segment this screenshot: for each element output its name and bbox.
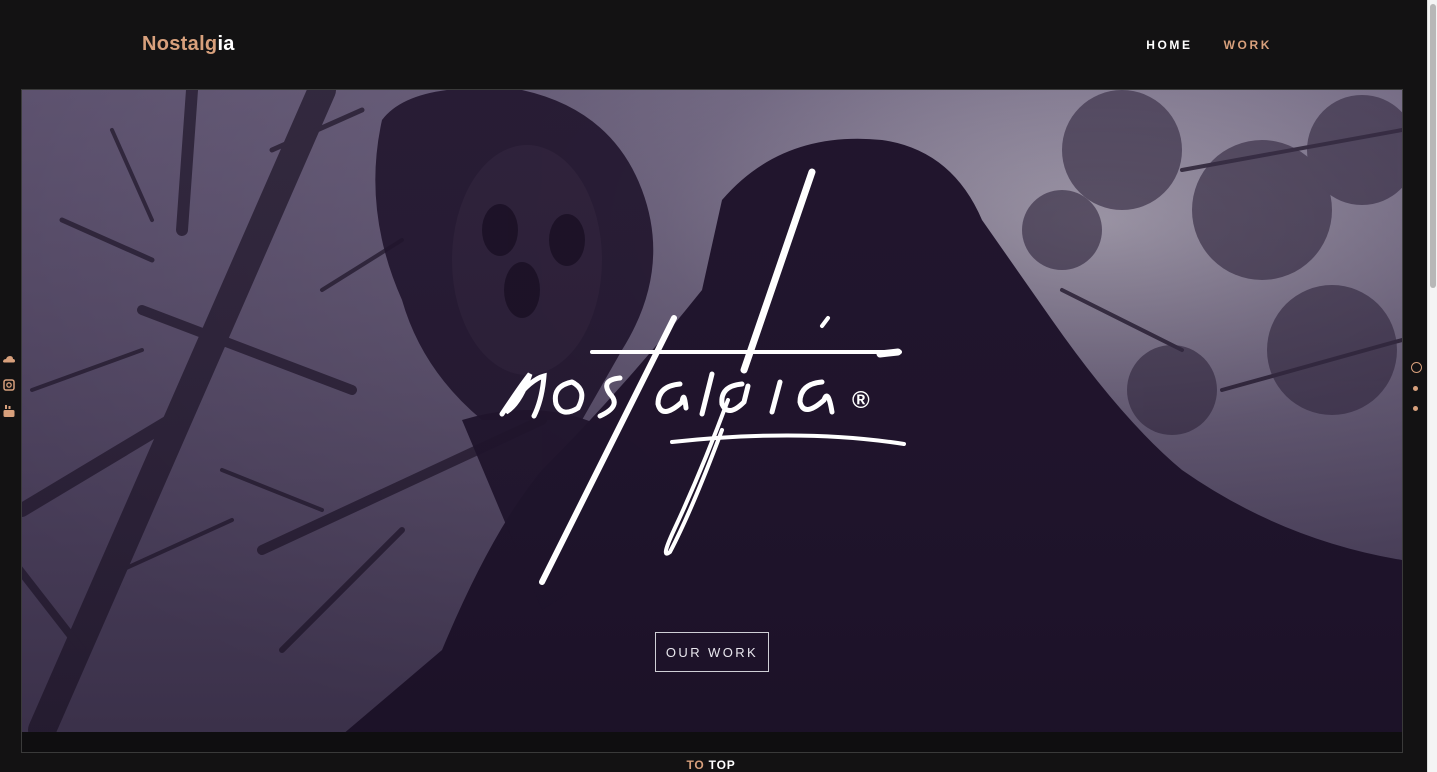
hero-bottom-strip	[22, 732, 1402, 752]
scrollbar-thumb[interactable]	[1430, 4, 1436, 288]
main-nav: HOME WORK	[1146, 38, 1272, 52]
logo-part-accent: Nostalg	[142, 33, 218, 55]
top-bar: Nostalgia HOME WORK	[0, 0, 1428, 88]
section-dot-3[interactable]	[1413, 406, 1418, 411]
section-dot-2[interactable]	[1413, 386, 1418, 391]
to-top-label-to: TO	[686, 758, 705, 772]
site-logo[interactable]: Nostalgia	[142, 33, 235, 56]
page-scrollbar[interactable]	[1427, 0, 1437, 772]
youtube-icon[interactable]	[2, 404, 16, 418]
our-work-button[interactable]: OUR WORK	[655, 632, 769, 672]
social-links	[2, 352, 16, 418]
instagram-icon[interactable]	[2, 378, 16, 392]
registered-mark: ®	[852, 387, 870, 414]
to-top-link[interactable]: TO TOP	[0, 758, 1422, 772]
hero-section: ® OUR WORK	[21, 89, 1403, 753]
nav-work-link[interactable]: WORK	[1224, 38, 1272, 52]
logo-part-white: ia	[217, 33, 235, 55]
nav-home-link[interactable]: HOME	[1146, 38, 1192, 52]
soundcloud-icon[interactable]	[2, 352, 16, 366]
section-dot-1[interactable]	[1411, 362, 1422, 373]
to-top-label-top: TOP	[708, 758, 736, 772]
